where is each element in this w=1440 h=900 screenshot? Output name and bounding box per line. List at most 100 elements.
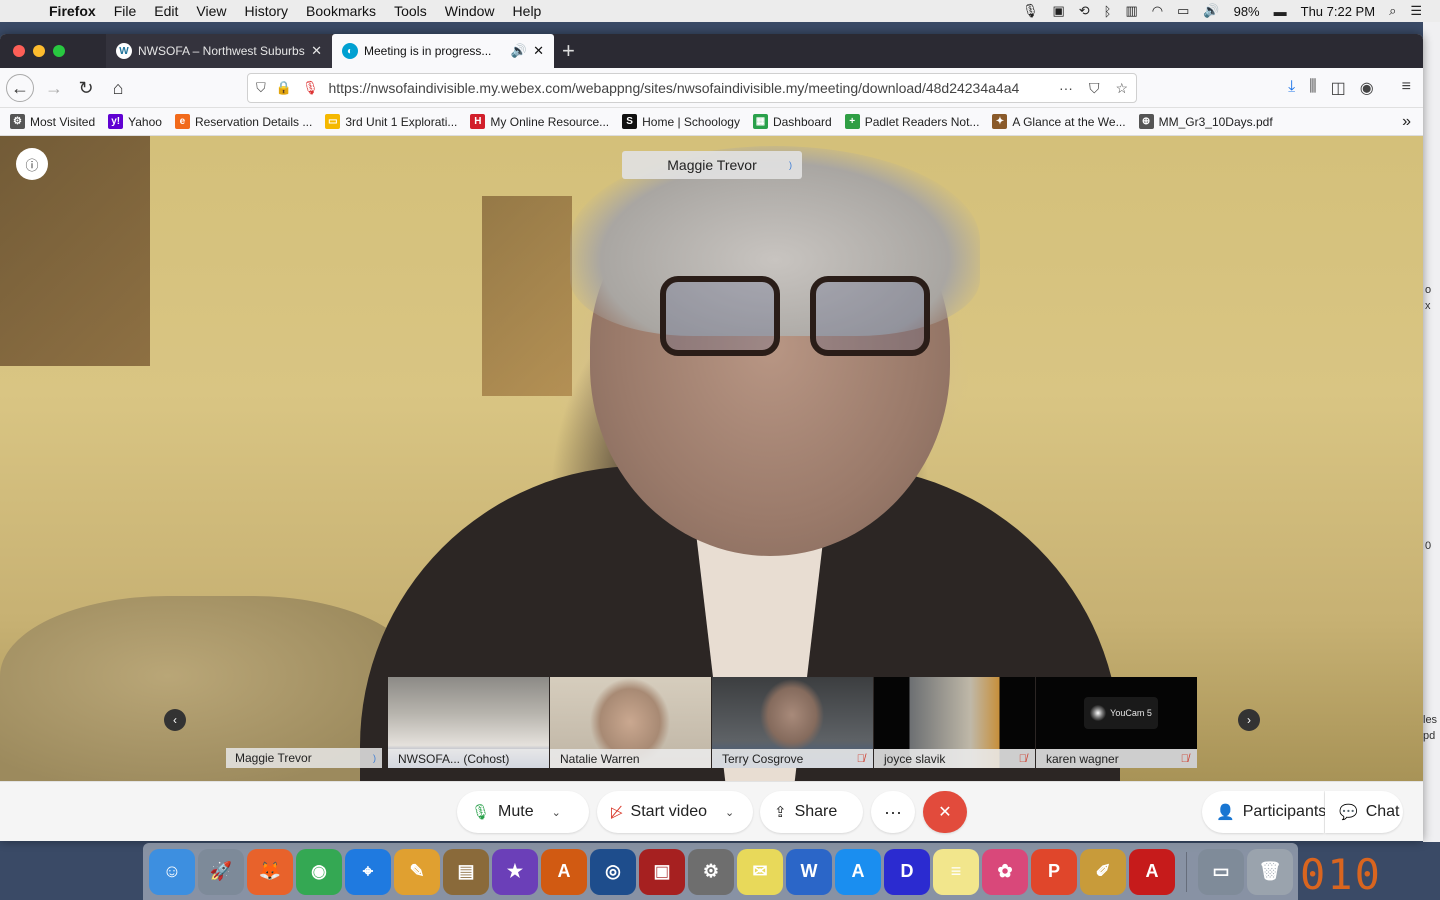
time-machine-icon[interactable]: ⟲ [1079,3,1090,19]
hamburger-menu-icon[interactable]: ≡ [1402,78,1411,98]
sidebar-icon[interactable]: ◫ [1331,78,1346,98]
back-button[interactable]: ← [6,74,34,102]
home-button[interactable]: ⌂ [104,74,132,102]
tab-audio-icon[interactable]: 🔊 [511,43,527,59]
zoom-window-icon[interactable] [53,45,65,57]
dock-app-photo-booth-strip-icon[interactable]: ▣ [639,848,685,895]
url-text[interactable]: https://nwsofaindivisible.my.webex.com/w… [328,80,1050,96]
bookmark-item[interactable]: y! Yahoo [108,114,162,129]
close-window-icon[interactable] [13,45,25,57]
participants-button[interactable]: 👤 Participants [1202,791,1326,833]
end-meeting-button[interactable]: ✕ [923,791,967,833]
tab-meeting[interactable]: ◐ Meeting is in progress... 🔊 ✕ [332,34,554,68]
dock-app-system-preferences-icon[interactable]: ⚙ [688,848,734,895]
bookmark-star-icon[interactable]: ☆ [1115,80,1128,97]
menubar-clock[interactable]: Thu 7:22 PM [1301,4,1375,19]
mute-button[interactable]: 🎙 Mute ⌄ [457,791,589,833]
microphone-icon[interactable]: 🎙 [1022,3,1039,19]
bluetooth-icon[interactable]: ᛒ [1104,4,1112,19]
screen-capture-icon[interactable]: ▣ [1052,3,1064,19]
dock-app-launchpad-icon[interactable]: 🚀 [198,848,244,895]
account-icon[interactable]: ◉ [1360,78,1374,98]
menu-view[interactable]: View [187,0,235,22]
dock-app-chrome-icon[interactable]: ◉ [296,848,342,895]
dock-app-word-icon[interactable]: W [786,848,832,895]
dock-app-notes-icon[interactable]: ≡ [933,848,979,895]
dock-app-preview-icon[interactable]: ▭ [1198,848,1244,895]
thumbnails-prev-button[interactable]: ‹ [164,709,186,731]
close-tab-icon[interactable]: ✕ [533,43,544,59]
dock-app-pages-icon[interactable]: P [1031,848,1077,895]
menu-tools[interactable]: Tools [385,0,436,22]
start-video-button[interactable]: ▷̸ Start video ⌄ [597,791,753,833]
dock-app-finder-icon[interactable]: ☺ [149,848,195,895]
thumbnails-next-button[interactable]: › [1238,709,1260,731]
participant-thumbnail[interactable]: YouCam 5 karen wagner 🎙̸ [1036,677,1197,768]
tracking-protection-icon[interactable]: ⛉ [256,80,266,96]
participant-thumbnail[interactable]: Terry Cosgrove 🎙̸ [712,677,873,768]
tab-nwsofa[interactable]: W NWSOFA – Northwest Suburbs ✕ [106,34,332,68]
dock-app-textedit-icon[interactable]: ✐ [1080,848,1126,895]
dock-app-adobe-acrobat-icon[interactable]: A [1129,848,1175,895]
more-options-button[interactable]: ··· [871,791,915,833]
chat-button[interactable]: 💬 Chat [1325,791,1403,833]
dock-app-imovie-icon[interactable]: ★ [492,848,538,895]
dock-app-app-store-icon[interactable]: A [835,848,881,895]
bookmarks-overflow-icon[interactable]: » [1402,113,1411,131]
dock-app-stickies-icon[interactable]: ✉ [737,848,783,895]
bookmark-item[interactable]: ▦ Dashboard [752,114,832,129]
dock-app-keynote-icon[interactable]: ▤ [443,848,489,895]
battery-percent[interactable]: 98% [1234,4,1260,19]
bookmark-item[interactable]: ⊕ MM_Gr3_10Days.pdf [1138,114,1273,129]
chevron-down-icon[interactable]: ⌄ [725,806,734,819]
dock-app-stationery-studio-icon[interactable]: ✎ [394,848,440,895]
bookmark-item[interactable]: S Home | Schoology [622,114,740,129]
dock-app-trash-icon[interactable]: 🗑 [1247,848,1293,895]
dock-app-photo-booth-icon[interactable]: ◎ [590,848,636,895]
dock-app-avervision-icon[interactable]: A [541,848,587,895]
participant-thumbnail[interactable]: joyce slavik 🎙̸ [874,677,1035,768]
volume-icon[interactable]: 🔊 [1203,3,1219,19]
menu-help[interactable]: Help [504,0,551,22]
minimize-window-icon[interactable] [33,45,45,57]
menu-history[interactable]: History [235,0,297,22]
menu-bookmarks[interactable]: Bookmarks [297,0,385,22]
active-speaker-label[interactable]: Maggie Trevor ) [622,151,802,179]
dock-app-calendar-icon[interactable]: D [884,848,930,895]
participant-thumbnail[interactable]: Natalie Warren [550,677,711,768]
lock-icon[interactable]: 🔒 [276,80,292,96]
bookmark-item[interactable]: e Reservation Details ... [174,114,312,129]
meeting-info-button[interactable]: ⓘ [16,148,48,180]
battery-icon[interactable]: ▬ [1274,4,1287,19]
menu-window[interactable]: Window [436,0,504,22]
close-tab-icon[interactable]: ✕ [311,43,322,59]
bookmark-item[interactable]: ✦ A Glance at the We... [992,114,1126,129]
reload-button[interactable]: ↻ [72,74,100,102]
new-tab-button[interactable]: + [562,38,575,64]
participant-thumbnail[interactable]: NWSOFA... (Cohost) [388,677,549,768]
pocket-icon[interactable]: ⛉ [1089,80,1100,97]
bookmark-item[interactable]: H My Online Resource... [470,114,609,129]
airplay-icon[interactable]: ▭ [1177,3,1189,19]
keyboard-icon[interactable]: ▥ [1125,3,1137,19]
share-button[interactable]: ⇪ Share [760,791,863,833]
spotlight-search-icon[interactable]: ⌕ [1389,3,1396,19]
menu-file[interactable]: File [105,0,146,22]
page-actions-icon[interactable]: ··· [1059,80,1073,96]
wifi-icon[interactable]: ◠ [1152,3,1163,19]
forward-button[interactable]: → [40,74,68,102]
microphone-permission-icon[interactable]: 🎙 [302,80,319,96]
library-icon[interactable]: ⫼ [1309,78,1316,98]
menu-app-name[interactable]: Firefox [40,0,105,22]
menu-edit[interactable]: Edit [145,0,187,22]
dock-app-photos-icon[interactable]: ✿ [982,848,1028,895]
chevron-down-icon[interactable]: ⌄ [552,806,561,819]
dock-app-firefox-icon[interactable]: 🦊 [247,848,293,895]
notification-center-icon[interactable]: ☰ [1410,3,1422,19]
bookmark-item[interactable]: + Padlet Readers Not... [844,114,979,129]
bookmark-item[interactable]: ▭ 3rd Unit 1 Explorati... [325,114,457,129]
url-bar[interactable]: ⛉ 🔒 🎙 https://nwsofaindivisible.my.webex… [247,73,1137,103]
bookmark-item[interactable]: ⚙ Most Visited [10,114,95,129]
downloads-icon[interactable]: ⤓ [1288,78,1295,98]
dock-app-safari-icon[interactable]: ⌖ [345,848,391,895]
